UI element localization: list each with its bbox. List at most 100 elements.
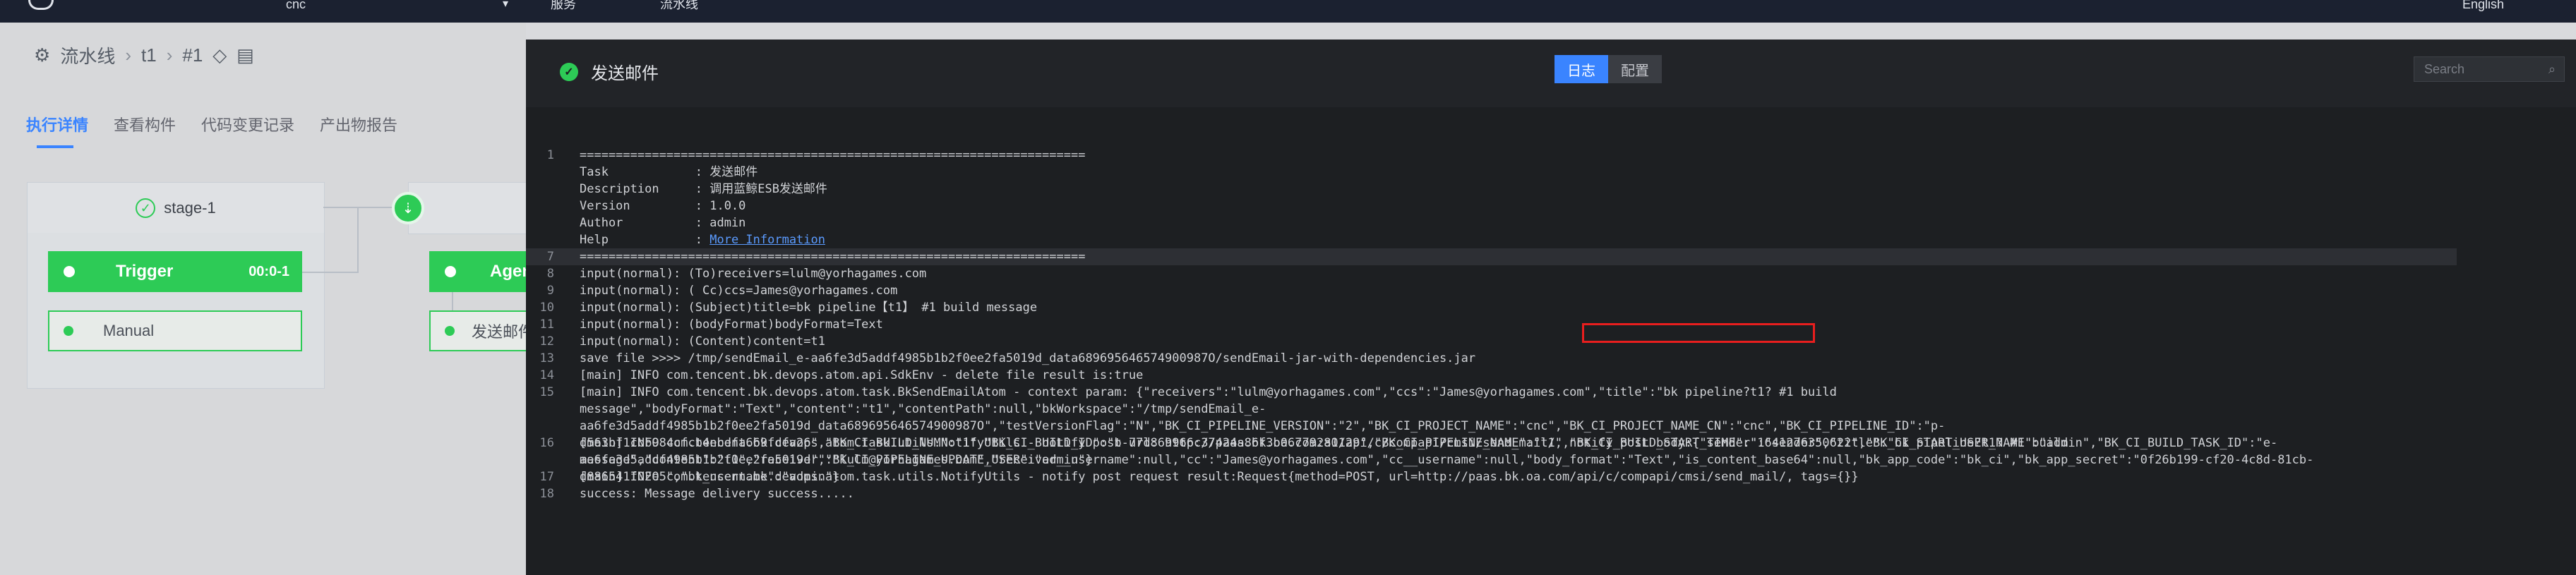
log-line: 18 success: Message delivery success..... (526, 485, 2576, 502)
status-dot-icon (64, 266, 75, 277)
log-line: 8 input(normal): (To)receivers=lulm@yorha… (526, 265, 2576, 282)
line-text: Help : More Information (580, 231, 825, 248)
pipeline-icon: ⚙ (34, 44, 51, 66)
search-input[interactable] (2414, 61, 2546, 78)
active-tab-indicator (37, 145, 73, 148)
line-number: 9 (546, 284, 554, 298)
trigger-job[interactable]: Trigger 00:0-1 (48, 251, 302, 292)
task-title: 发送邮件 (591, 64, 659, 83)
breadcrumb-root[interactable]: 流水线 (60, 42, 115, 68)
line-number: 13 (539, 351, 554, 365)
line-number: 18 (539, 487, 554, 501)
line-number: 12 (539, 334, 554, 349)
line-number: 11 (539, 317, 554, 332)
log-line: 13 save file >>>> /tmp/sendEmail_e-aa6fe3… (526, 350, 2576, 367)
task-name: Manual (103, 322, 155, 339)
log-line: 12 input(normal): (Content)content=t1 (526, 333, 2576, 350)
job-connector (357, 207, 359, 273)
tab-config[interactable]: 配置 (1608, 55, 1662, 83)
line-number: 7 (546, 250, 554, 264)
services-menu[interactable]: 服务 (551, 0, 576, 11)
line-text: input(normal): (Subject)title=bk pipelin… (580, 301, 1038, 315)
line-number: 1 (546, 148, 554, 162)
log-line: 16 [main] INFO com.tencent.bk.devops.atom… (526, 435, 2576, 484)
line-text: input(normal): (Content)content=t1 (580, 334, 825, 349)
line-number: 15 (539, 385, 554, 399)
line-text: input(normal): (bodyFormat)bodyFormat=Te… (580, 317, 883, 332)
panel-header: ✓ 发送邮件 日志 配置 ⌕ (526, 40, 2576, 107)
line-text: Description : 调用蓝鲸ESB发送邮件 (580, 182, 827, 196)
breadcrumb: ⚙ 流水线 › t1 › #1 ◇ ▤ (34, 42, 254, 68)
tab-reports[interactable]: 产出物报告 (320, 113, 397, 135)
task-name: 发送邮件 (472, 323, 528, 341)
log-line: 15 [main] INFO com.tencent.bk.devops.atom… (526, 384, 2576, 467)
log-line: 10 input(normal): (Subject)title=bk pipel… (526, 299, 2576, 316)
breadcrumb-build[interactable]: #1 (182, 44, 203, 66)
line-number: 17 (539, 470, 554, 484)
log-line: 1 =======================================… (526, 147, 2576, 164)
chevron-down-icon[interactable]: ▾ (503, 0, 508, 10)
manual-task[interactable]: Manual (48, 310, 302, 351)
more-information-link[interactable]: More Information (709, 233, 825, 247)
check-circle-icon: ✓ (136, 198, 156, 218)
line-text: [main] INFO com.tencent.bk.devops.atom.t… (580, 470, 1859, 484)
help-label: Help : (580, 233, 710, 247)
status-dot-icon (445, 266, 456, 277)
detail-tabs: 执行详情 查看构件 代码变更记录 产出物报告 (26, 113, 397, 135)
line-number: 16 (539, 436, 554, 450)
sendmail-task[interactable]: 发送邮件 (429, 310, 528, 351)
line-text: input(normal): (To)receivers=lulm@yorhag… (580, 267, 927, 281)
log-line: Version : 1.0.0 (526, 198, 2576, 214)
agent-job[interactable]: Agent (429, 251, 528, 292)
log-line: 14 [main] INFO com.tencent.bk.devops.atom… (526, 367, 2576, 384)
log-line: 7 =======================================… (526, 248, 2457, 265)
status-dot-icon (64, 326, 73, 336)
log-line: 17 [main] INFO com.tencent.bk.devops.atom… (526, 468, 2576, 485)
line-text: save file >>>> /tmp/sendEmail_e-aa6fe3d5… (580, 351, 1476, 365)
line-text: success: Message delivery success..... (580, 487, 854, 501)
line-number: 8 (546, 267, 554, 281)
success-check-icon: ✓ (560, 62, 578, 81)
stage-name: stage-1 (164, 199, 216, 217)
breadcrumb-pipeline[interactable]: t1 (141, 44, 157, 66)
line-text: ========================================… (580, 148, 1086, 162)
language-switch[interactable]: English (2462, 0, 2504, 11)
pipeline-nav-link[interactable]: 流水线 (660, 0, 698, 11)
log-line: 11 input(normal): (bodyFormat)bodyFormat=… (526, 316, 2576, 333)
document-icon[interactable]: ▤ (236, 44, 254, 66)
log-line: 9 input(normal): ( Cc)ccs=James@yorhagame… (526, 282, 2576, 299)
log-line: Description : 调用蓝鲸ESB发送邮件 (526, 181, 2576, 198)
breadcrumb-separator-icon: › (166, 44, 173, 66)
job-name: Trigger (116, 262, 174, 281)
stage-header[interactable]: ✓ stage-1 (27, 182, 325, 234)
search-icon[interactable]: ⌕ (2548, 62, 2556, 77)
panel-title: ✓ 发送邮件 (560, 59, 659, 84)
line-number: 14 (539, 368, 554, 382)
switch-build-icon[interactable]: ◇ (212, 44, 227, 66)
tab-artifacts[interactable]: 查看构件 (114, 113, 176, 135)
top-navbar: cnc ▾ 服务 流水线 English (0, 0, 2576, 23)
tab-code-changes[interactable]: 代码变更记录 (201, 113, 294, 135)
breadcrumb-separator-icon: › (125, 44, 131, 66)
job-name: Agent (490, 262, 528, 281)
log-output: 1 =======================================… (526, 147, 2576, 502)
job-duration: 00:0-1 (248, 263, 289, 279)
line-text: Task : 发送邮件 (580, 165, 758, 179)
stage-header[interactable] (408, 182, 529, 234)
job-connector (452, 292, 453, 310)
app-logo[interactable] (28, 0, 54, 10)
status-dot-icon (445, 326, 455, 336)
log-search[interactable]: ⌕ (2414, 56, 2565, 82)
panel-tabs: 日志 配置 (1554, 55, 1662, 83)
line-text: input(normal): ( Cc)ccs=James@yorhagames… (580, 284, 898, 298)
line-text: [main] INFO com.tencent.bk.devops.atom.a… (580, 368, 1144, 382)
log-line: Task : 发送邮件 (526, 164, 2576, 181)
log-line: Help : More Information (526, 231, 2576, 248)
project-selector[interactable]: cnc (286, 0, 306, 11)
tab-execution-detail[interactable]: 执行详情 (26, 113, 88, 135)
line-text: ========================================… (580, 250, 1086, 264)
line-number: 10 (539, 301, 554, 315)
tab-log[interactable]: 日志 (1554, 55, 1608, 83)
log-line: Author : admin (526, 214, 2576, 231)
logo-icon (28, 0, 54, 10)
